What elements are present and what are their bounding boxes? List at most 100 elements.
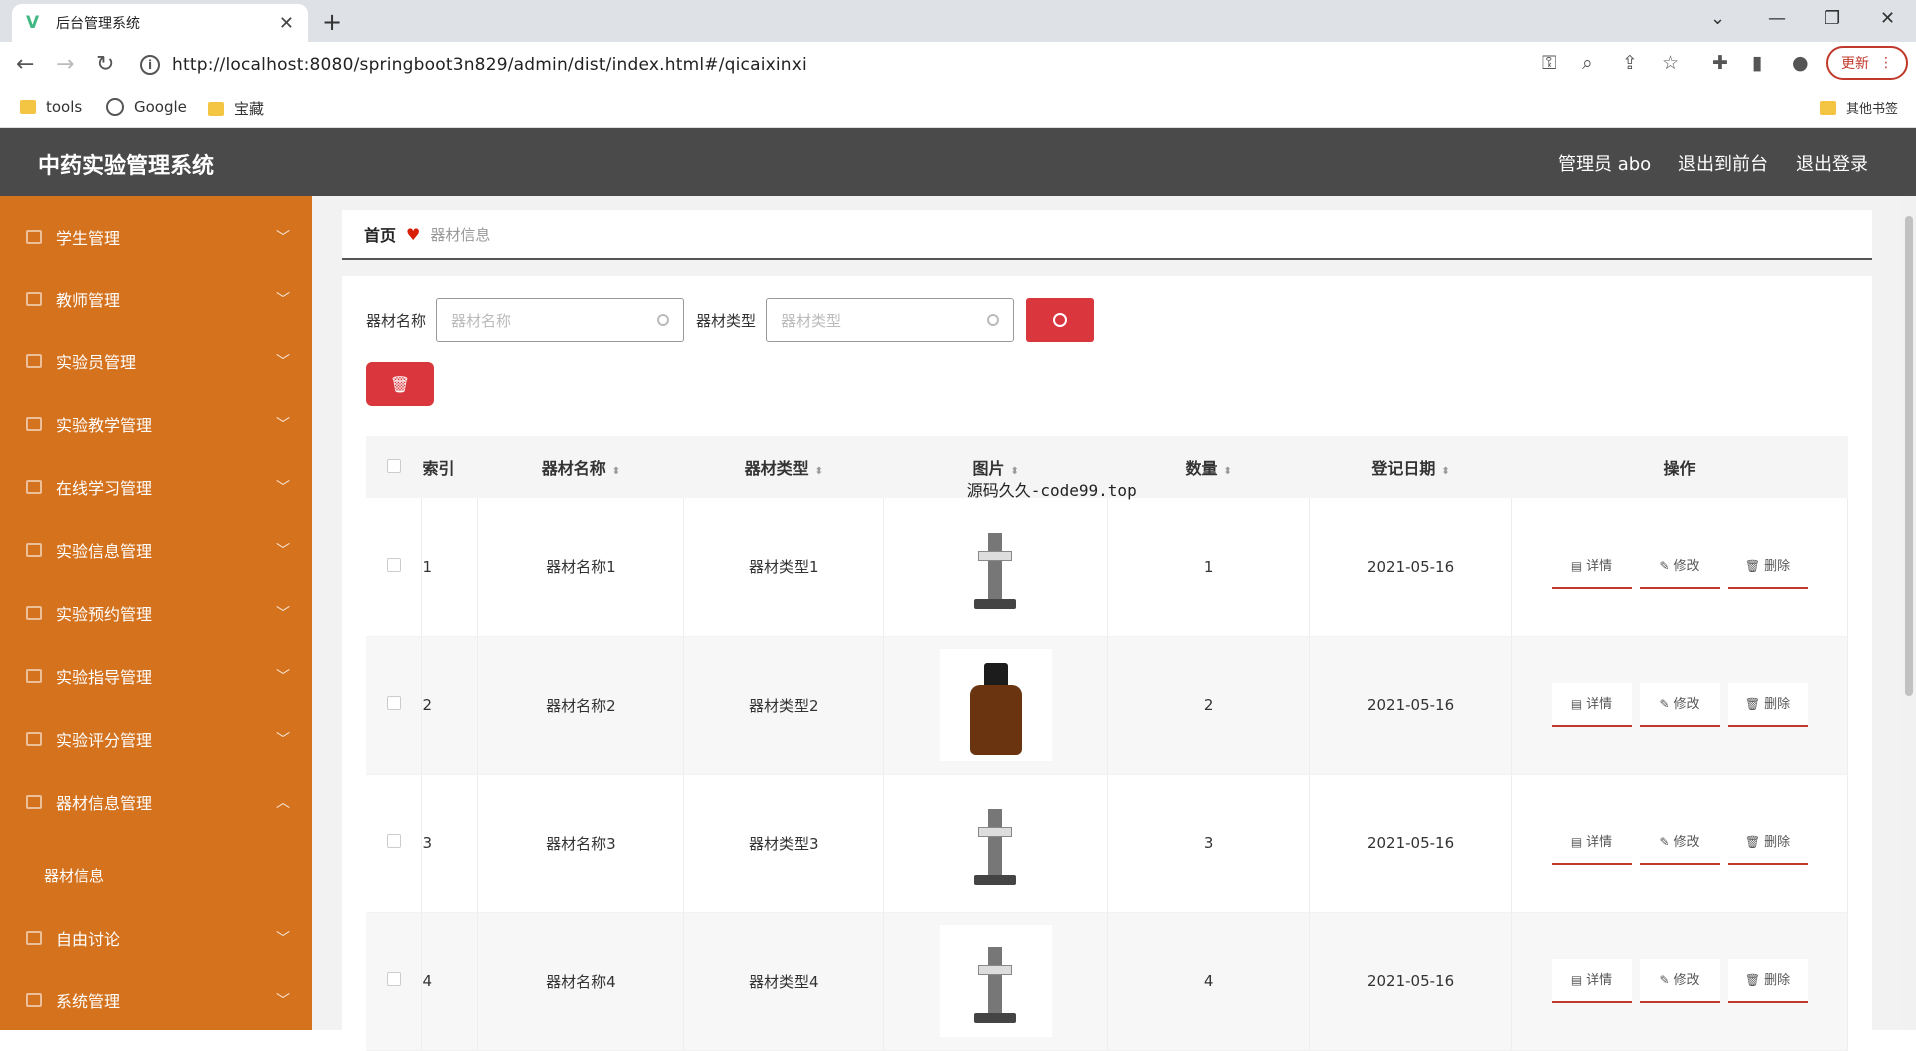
update-label: 更新	[1841, 56, 1869, 72]
delete-button[interactable]: 🗑 删除	[1727, 821, 1808, 865]
col-name-label: 器材名称	[541, 459, 606, 478]
share-icon[interactable]: ⇪	[1622, 52, 1638, 74]
other-bookmarks-label: 其他书签	[1846, 102, 1899, 117]
chat-icon	[26, 931, 42, 945]
close-tab-icon[interactable]: ✕	[279, 13, 294, 34]
zoom-icon[interactable]: ⌕	[1582, 52, 1593, 74]
sidebar-item-lab-teaching[interactable]: 实验教学管理 ﹀	[0, 393, 312, 455]
row-checkbox[interactable]	[386, 557, 401, 572]
sidebar-item-lab-info[interactable]: 实验信息管理 ﹀	[0, 519, 312, 581]
cell-date: 2021-05-16	[1309, 774, 1513, 913]
side-panel-icon[interactable]: ▮	[1752, 52, 1762, 74]
sidebar-item-teachers[interactable]: 教师管理 ﹀	[0, 268, 312, 330]
sidebar-item-discussion[interactable]: 自由讨论 ﹀	[0, 907, 312, 969]
row-checkbox[interactable]	[386, 696, 401, 710]
other-bookmarks[interactable]: 其他书签	[1820, 98, 1898, 117]
col-image-label: 图片	[972, 459, 1005, 478]
delete-button[interactable]: 🗑 删除	[1727, 683, 1808, 727]
detail-button[interactable]: ▤ 详情	[1551, 821, 1632, 865]
sidebar-item-lab-guidance[interactable]: 实验指导管理 ﹀	[0, 645, 312, 707]
sort-icon: ⬍	[1223, 466, 1232, 477]
type-placeholder: 器材类型	[781, 311, 842, 330]
sidebar-item-label: 实验教学管理	[56, 416, 153, 435]
row-checkbox[interactable]	[386, 972, 401, 986]
breadcrumb-home[interactable]: 首页	[364, 222, 396, 246]
bookmark-tools[interactable]: tools	[20, 98, 82, 116]
update-button[interactable]: 更新 ⋮	[1826, 46, 1908, 80]
folder-icon	[1820, 100, 1836, 115]
new-tab-icon[interactable]: +	[322, 8, 342, 36]
user-icon	[26, 732, 42, 746]
col-qty-label: 数量	[1185, 459, 1218, 478]
row-select-cell	[366, 912, 423, 1051]
url-text[interactable]: http://localhost:8080/springboot3n829/ad…	[172, 55, 807, 75]
pencil-icon: ✎	[1659, 973, 1670, 987]
bookmark-star-icon[interactable]: ☆	[1662, 52, 1679, 74]
cell-image	[883, 774, 1109, 913]
browser-chrome: V 后台管理系统 ✕ + ⌄ — ❐ ✕ ← → ↻ i http://loca…	[0, 0, 1916, 128]
detail-button[interactable]: ▤ 详情	[1551, 959, 1632, 1003]
forward-icon[interactable]: →	[56, 52, 74, 77]
stand-base	[973, 598, 1016, 609]
chevron-down-icon: ﹀	[276, 543, 290, 559]
profile-icon[interactable]: ●	[1792, 52, 1809, 74]
col-date[interactable]: 登记日期 ⬍	[1309, 436, 1513, 498]
edit-button[interactable]: ✎ 修改	[1639, 821, 1720, 865]
logout-link[interactable]: 退出登录	[1796, 150, 1868, 176]
bookmark-google[interactable]: Google	[106, 98, 187, 116]
restore-icon[interactable]: ❐	[1824, 8, 1840, 29]
search-button[interactable]	[1026, 298, 1095, 342]
detail-button[interactable]: ▤ 详情	[1551, 544, 1632, 589]
edit-button[interactable]: ✎ 修改	[1639, 544, 1720, 589]
cell-qty: 1	[1107, 498, 1311, 637]
sidebar-item-lab-staff[interactable]: 实验员管理 ﹀	[0, 330, 312, 392]
sidebar-item-lab-booking[interactable]: 实验预约管理 ﹀	[0, 582, 312, 644]
sidebar-item-label: 系统管理	[56, 992, 121, 1011]
edit-label: 修改	[1673, 835, 1700, 850]
name-placeholder: 器材名称	[451, 311, 512, 330]
row-checkbox[interactable]	[386, 834, 401, 848]
sidebar-item-online-learning[interactable]: 在线学习管理 ﹀	[0, 456, 312, 518]
scrollbar-thumb[interactable]	[1905, 216, 1913, 696]
sidebar-item-equipment[interactable]: 器材信息管理 ︿	[0, 771, 312, 833]
sidebar: 学生管理 ﹀ 教师管理 ﹀ 实验员管理 ﹀ 实验教学管理 ﹀ 在线学习管理 ﹀ 实验信息管…	[0, 196, 312, 1030]
col-type[interactable]: 器材类型 ⬍	[683, 436, 885, 498]
cell-actions: ▤ 详情 ✎ 修改 🗑 删除	[1511, 912, 1848, 1051]
browser-tab[interactable]: V 后台管理系统 ✕	[12, 4, 308, 42]
sidebar-subitem-equipment-info[interactable]: 器材信息	[0, 850, 312, 900]
to-front-link[interactable]: 退出到前台	[1678, 150, 1768, 176]
bottle-body	[969, 685, 1022, 755]
extensions-icon[interactable]: ✚	[1712, 52, 1728, 74]
site-info-icon[interactable]: i	[140, 55, 160, 75]
sidebar-item-students[interactable]: 学生管理 ﹀	[0, 206, 312, 268]
name-label: 器材名称	[366, 311, 427, 330]
sort-icon: ⬍	[1441, 466, 1450, 477]
vertical-scrollbar[interactable]	[1902, 196, 1916, 1030]
sidebar-item-lab-scoring[interactable]: 实验评分管理 ﹀	[0, 708, 312, 770]
sidebar-item-system[interactable]: 系统管理 ﹀	[0, 969, 312, 1031]
close-window-icon[interactable]: ✕	[1880, 8, 1895, 29]
sidebar-item-label: 实验评分管理	[56, 731, 153, 750]
batch-delete-button[interactable]: 🗑	[366, 362, 434, 406]
stand-arm	[977, 965, 1012, 975]
tab-search-icon[interactable]: ⌄	[1710, 8, 1725, 29]
bookmark-treasure[interactable]: 宝藏	[208, 98, 264, 119]
delete-button[interactable]: 🗑 删除	[1727, 959, 1808, 1003]
key-icon[interactable]: ⚿	[1542, 52, 1556, 74]
stand-pole	[987, 532, 1002, 603]
edit-button[interactable]: ✎ 修改	[1639, 683, 1720, 727]
delete-label: 删除	[1764, 697, 1791, 712]
reload-icon[interactable]: ↻	[96, 52, 114, 77]
edit-button[interactable]: ✎ 修改	[1639, 959, 1720, 1003]
name-search-input[interactable]: 器材名称	[436, 298, 685, 342]
menu-icon	[26, 230, 42, 244]
select-all-checkbox[interactable]	[386, 458, 401, 473]
minimize-icon[interactable]: —	[1768, 8, 1786, 29]
delete-button[interactable]: 🗑 删除	[1727, 544, 1808, 589]
col-name[interactable]: 器材名称 ⬍	[477, 436, 685, 498]
stand-base	[973, 1013, 1016, 1023]
detail-button[interactable]: ▤ 详情	[1551, 683, 1632, 727]
type-search-input[interactable]: 器材类型	[766, 298, 1015, 342]
address-bar[interactable]: i http://localhost:8080/springboot3n829/…	[140, 48, 1520, 82]
back-icon[interactable]: ←	[16, 52, 34, 77]
